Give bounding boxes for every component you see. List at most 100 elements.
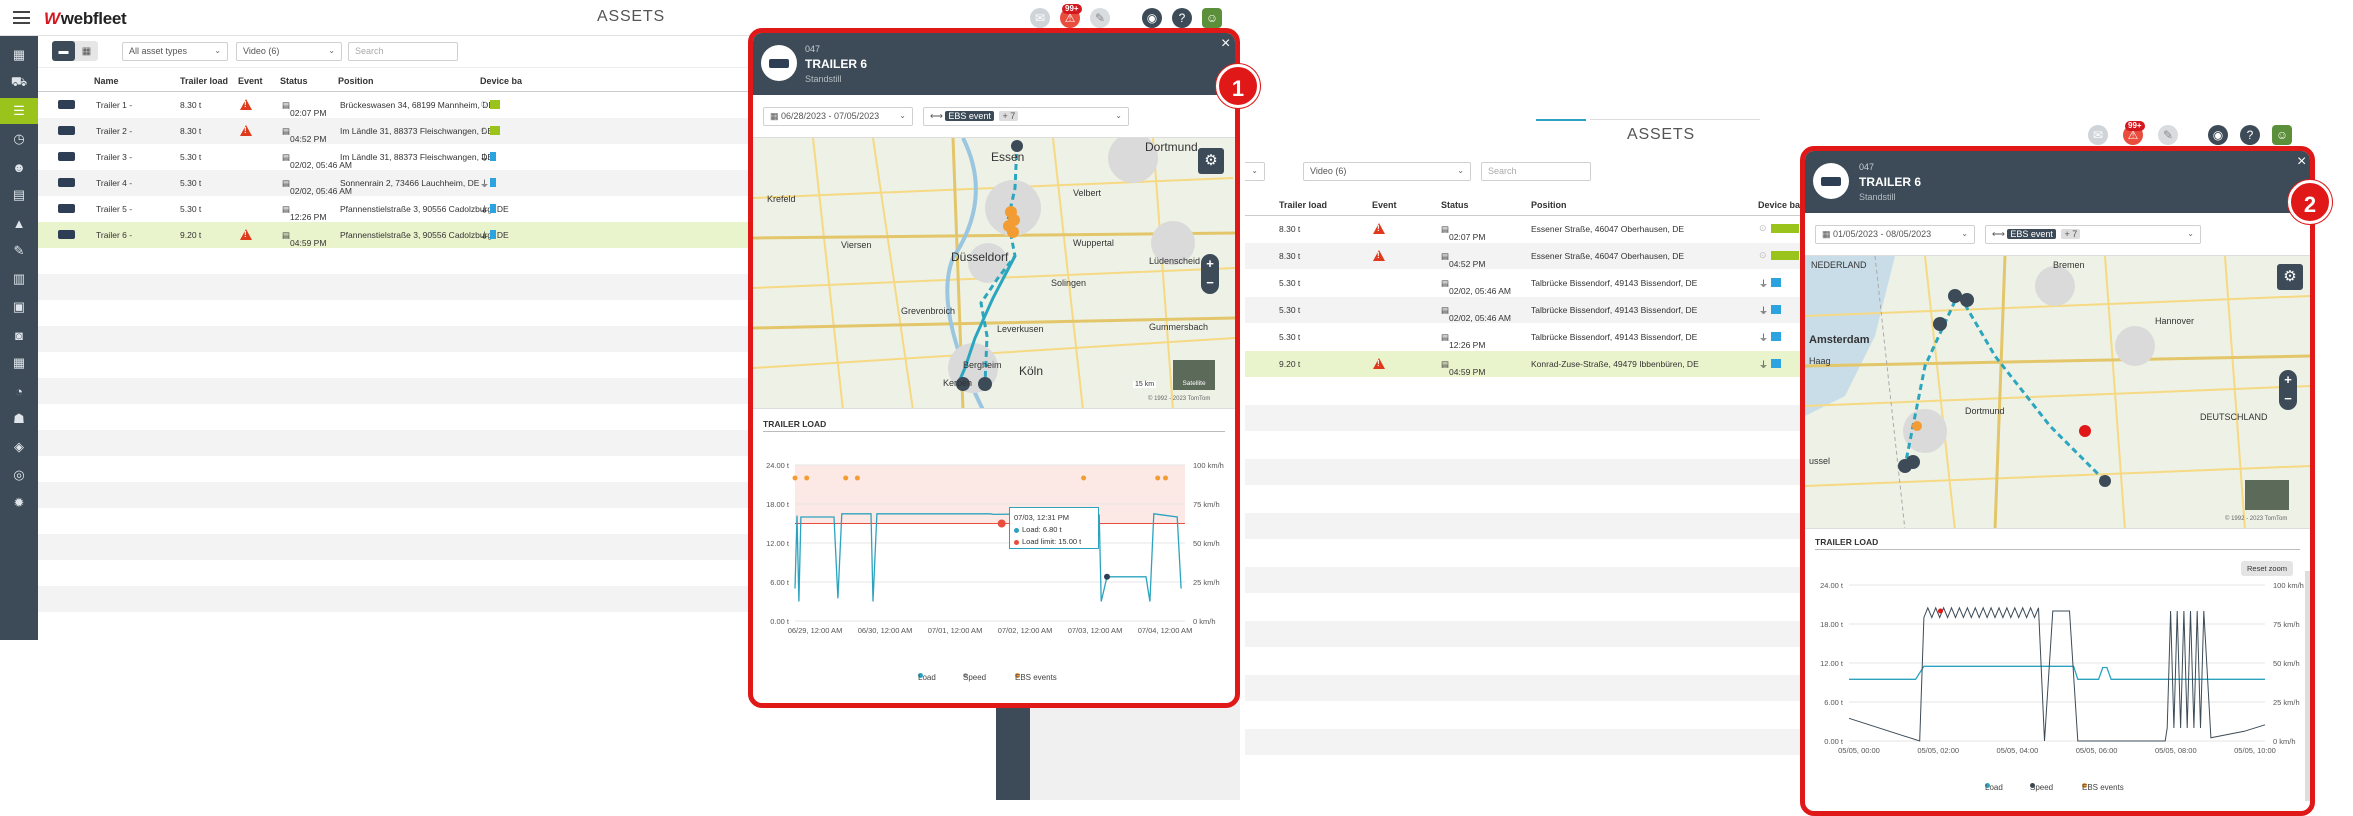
- col-name[interactable]: Name: [94, 76, 119, 86]
- battery-bar: [1771, 332, 1781, 341]
- zoom-control[interactable]: + −: [1201, 254, 1219, 294]
- vehicle-icon[interactable]: ⛟: [0, 70, 38, 96]
- event-filter-select[interactable]: ⟷ EBS event + 7 ⌄: [1985, 225, 2201, 244]
- search-input[interactable]: Search: [348, 42, 458, 61]
- plug-icon: ⏚: [1759, 306, 1769, 316]
- cell-position: Sonnenrain 2, 73466 Lauchheim, DE: [340, 178, 480, 188]
- trailer-load-chart[interactable]: 0.00 t 6.00 t 12.00 t 18.00 t 24.00 t 0 km/h 2…: [753, 443, 1235, 669]
- col-position[interactable]: Position: [338, 76, 374, 86]
- satellite-toggle[interactable]: Satellite: [1173, 360, 1215, 390]
- filter-more[interactable]: + 7: [999, 111, 1019, 121]
- divider: [763, 431, 1225, 432]
- user-avatar[interactable]: ☺: [2272, 125, 2292, 145]
- col-status[interactable]: Status: [1441, 200, 1469, 210]
- trailer-id: 047: [805, 44, 821, 54]
- col-device[interactable]: Device ba: [480, 76, 522, 86]
- reports-icon[interactable]: ▥: [0, 266, 38, 292]
- zoom-out-icon[interactable]: −: [1201, 273, 1219, 292]
- route-icon: ⟷: [930, 111, 946, 121]
- asset-type-select[interactable]: All asset types ⌄: [122, 42, 228, 61]
- x-tick-label: 05/05, 06:00: [2076, 746, 2118, 755]
- col-position[interactable]: Position: [1531, 200, 1567, 210]
- dashboard-icon[interactable]: ▦: [0, 42, 38, 68]
- trailer-popup-1: 047 TRAILER 6 Standstill × ▦ 06/28/2023 …: [748, 28, 1240, 708]
- route-map[interactable]: Essen Dortmund Krefeld Velbert Viersen Wupper…: [753, 137, 1235, 409]
- zoom-in-icon[interactable]: +: [2279, 370, 2297, 389]
- places-icon[interactable]: ◈: [0, 434, 38, 460]
- trailer-name: TRAILER 6: [1859, 175, 1922, 189]
- filter-more[interactable]: + 7: [2061, 229, 2081, 239]
- event-filter-select[interactable]: ⟷ EBS event + 7 ⌄: [923, 107, 1129, 126]
- zoom-in-icon[interactable]: +: [1201, 254, 1219, 273]
- cell-load: 5.30 t: [1279, 305, 1301, 315]
- tools-icon[interactable]: ✎: [1090, 8, 1110, 28]
- col-trailer-load[interactable]: Trailer load: [180, 76, 228, 86]
- col-device[interactable]: Device ba: [1758, 200, 1800, 210]
- trailer-icon: [58, 230, 75, 239]
- col-status[interactable]: Status: [280, 76, 308, 86]
- menu-icon[interactable]: [13, 11, 30, 24]
- scrollbar[interactable]: [2305, 571, 2310, 801]
- map-settings-icon[interactable]: ⚙: [2277, 264, 2303, 290]
- chat-icon[interactable]: ✉: [2088, 125, 2108, 145]
- cell-name: Trailer 5 -: [96, 204, 133, 214]
- history-icon[interactable]: ◷: [0, 126, 38, 152]
- help-icon[interactable]: ?: [1172, 8, 1192, 28]
- chevron-down-icon: ⌄: [1961, 229, 1968, 238]
- cell-position: Talbrücke Bissendorf, 49143 Bissendorf, …: [1531, 332, 1698, 342]
- ebs-event-marker: [854, 475, 860, 481]
- support-icon[interactable]: ◉: [1142, 8, 1162, 28]
- x-tick-label: 07/02, 12:00 AM: [998, 626, 1053, 635]
- close-icon[interactable]: ×: [2297, 153, 2306, 171]
- calendar-icon: ▦: [770, 111, 782, 121]
- y2-tick-label: 0 km/h: [1193, 617, 1216, 626]
- x-tick-label: 05/05, 04:00: [1997, 746, 2039, 755]
- integrations-icon[interactable]: ◎: [0, 462, 38, 488]
- date-range-select[interactable]: ▦ 06/28/2023 - 07/05/2023 ⌄: [763, 107, 913, 126]
- map-settings-icon[interactable]: ⚙: [1198, 148, 1224, 174]
- satellite-toggle[interactable]: [2245, 480, 2289, 510]
- maintenance-icon[interactable]: ✎: [0, 238, 38, 264]
- view-select[interactable]: Video (6) ⌄: [1303, 162, 1471, 181]
- fleet-icon[interactable]: ▣: [0, 294, 38, 320]
- view-toggle[interactable]: ▬ ▦: [52, 41, 98, 61]
- asset-type-select[interactable]: ⌄: [1245, 162, 1265, 181]
- fuel-icon[interactable]: ◔: [0, 378, 38, 404]
- view-select[interactable]: Video (6) ⌄: [236, 42, 342, 61]
- map-city-label: Bremen: [2053, 260, 2085, 270]
- chat-icon[interactable]: ✉: [1030, 8, 1050, 28]
- map-canvas[interactable]: [1805, 256, 2310, 529]
- y-tick-label: 24.00 t: [766, 461, 790, 470]
- cell-status: ▤ 04:52 PM: [282, 126, 327, 144]
- col-event[interactable]: Event: [1372, 200, 1397, 210]
- zoom-control[interactable]: + −: [2279, 370, 2297, 410]
- route-map[interactable]: NEDERLAND Bremen Amsterdam Hannover DEUTSCHL…: [1805, 255, 2310, 529]
- settings-icon[interactable]: ✹: [0, 490, 38, 516]
- chart-tooltip: 07/03, 12:31 PM Load: 6.80 t Load limit:…: [1009, 507, 1099, 549]
- support-icon[interactable]: ◉: [2208, 125, 2228, 145]
- cell-load: 8.30 t: [1279, 251, 1301, 261]
- zoom-out-icon[interactable]: −: [2279, 389, 2297, 408]
- trailer-load-chart[interactable]: 0.00 t 6.00 t 12.00 t 18.00 t 24.00 t 0 km/h 2…: [1805, 573, 2310, 783]
- contacts-icon[interactable]: ☗: [0, 406, 38, 432]
- tasks-icon[interactable]: ▤: [0, 182, 38, 208]
- ebs-event-marker: [1155, 475, 1161, 481]
- help-icon[interactable]: ?: [2240, 125, 2260, 145]
- tools-icon[interactable]: ✎: [2158, 125, 2178, 145]
- col-event[interactable]: Event: [238, 76, 263, 86]
- close-icon[interactable]: ×: [1221, 35, 1230, 53]
- trailer-icon[interactable]: ☰: [0, 98, 38, 124]
- calendar-icon[interactable]: ▦: [0, 350, 38, 376]
- col-trailer-load[interactable]: Trailer load: [1279, 200, 1327, 210]
- filter-tag[interactable]: EBS event: [2007, 229, 2056, 239]
- search-input[interactable]: Search: [1481, 162, 1591, 181]
- date-range-select[interactable]: ▦ 01/05/2023 - 08/05/2023 ⌄: [1815, 225, 1975, 244]
- grid-view-icon[interactable]: ▦: [75, 41, 98, 61]
- filter-tag[interactable]: EBS event: [945, 111, 994, 121]
- battery-bar: [1771, 224, 1799, 233]
- list-view-icon[interactable]: ▬: [52, 41, 75, 61]
- driver-icon[interactable]: ☻: [0, 154, 38, 180]
- camera-icon[interactable]: ◙: [0, 322, 38, 348]
- user-avatar[interactable]: ☺: [1202, 8, 1222, 28]
- warning-icon[interactable]: ▲: [0, 210, 38, 236]
